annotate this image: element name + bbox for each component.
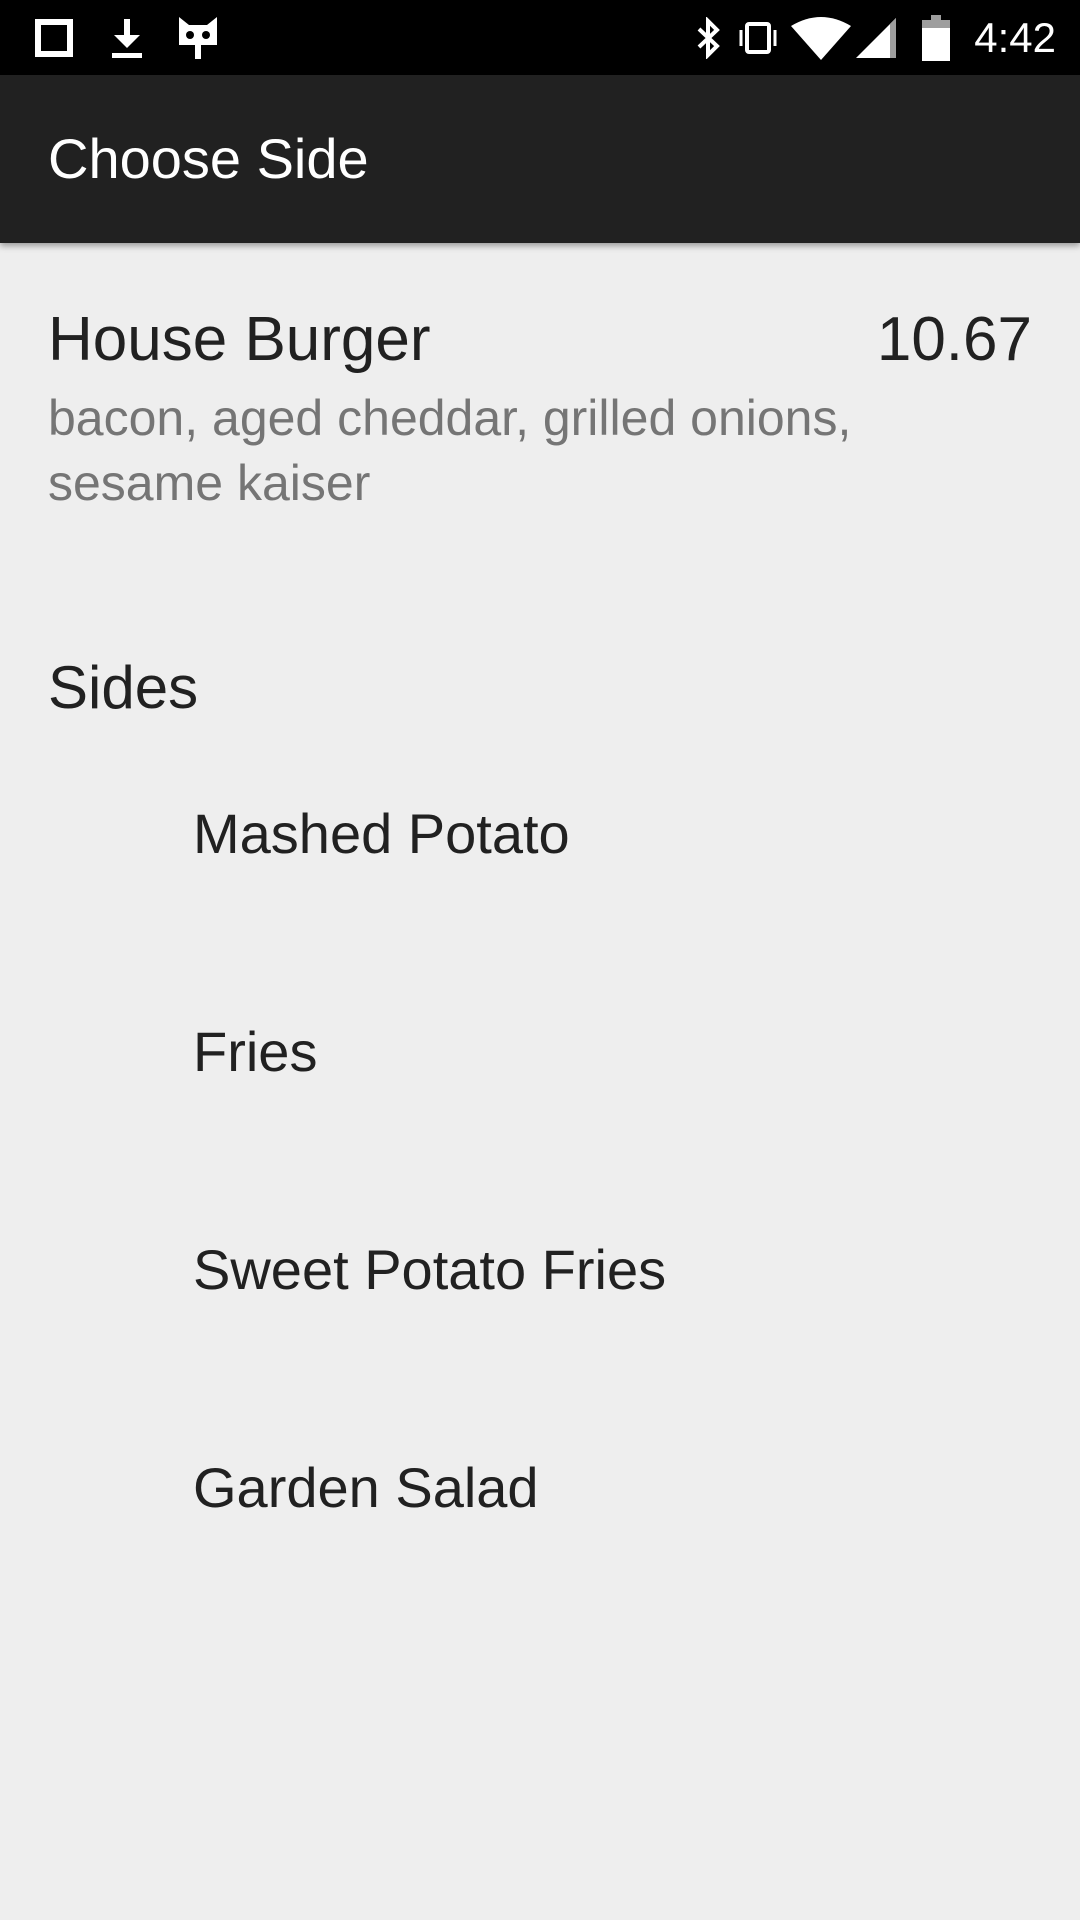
item-price: 10.67 bbox=[876, 305, 1032, 374]
side-option-label: Sweet Potato Fries bbox=[193, 1238, 667, 1301]
side-option-mashed-potato[interactable]: Mashed Potato bbox=[0, 760, 1080, 978]
cellular-signal-icon bbox=[854, 0, 898, 75]
side-option-garden-salad[interactable]: Garden Salad bbox=[0, 1414, 1080, 1632]
bluetooth-icon bbox=[693, 0, 725, 75]
sides-section-title: Sides bbox=[48, 654, 199, 721]
vibrate-icon bbox=[738, 0, 778, 75]
side-option-label: Garden Salad bbox=[193, 1456, 539, 1519]
status-bar: 4:42 bbox=[0, 0, 1080, 75]
side-option-label: Fries bbox=[193, 1020, 318, 1083]
download-icon bbox=[107, 0, 147, 75]
item-description: bacon, aged cheddar, grilled onions, ses… bbox=[48, 390, 852, 511]
status-time: 4:42 bbox=[974, 14, 1056, 61]
item-name: House Burger bbox=[48, 305, 431, 374]
side-option-sweet-potato-fries[interactable]: Sweet Potato Fries bbox=[0, 1196, 1080, 1414]
page-title: Choose Side bbox=[48, 127, 369, 190]
wifi-icon bbox=[790, 0, 852, 75]
sides-list: Mashed Potato Fries Sweet Potato Fries G… bbox=[0, 760, 1080, 1632]
app-bar: Choose Side bbox=[0, 75, 1080, 243]
battery-icon bbox=[920, 0, 952, 75]
cyanogen-mascot-icon bbox=[176, 0, 220, 75]
side-option-fries[interactable]: Fries bbox=[0, 978, 1080, 1196]
side-option-label: Mashed Potato bbox=[193, 802, 570, 865]
notification-square-icon bbox=[34, 0, 74, 75]
